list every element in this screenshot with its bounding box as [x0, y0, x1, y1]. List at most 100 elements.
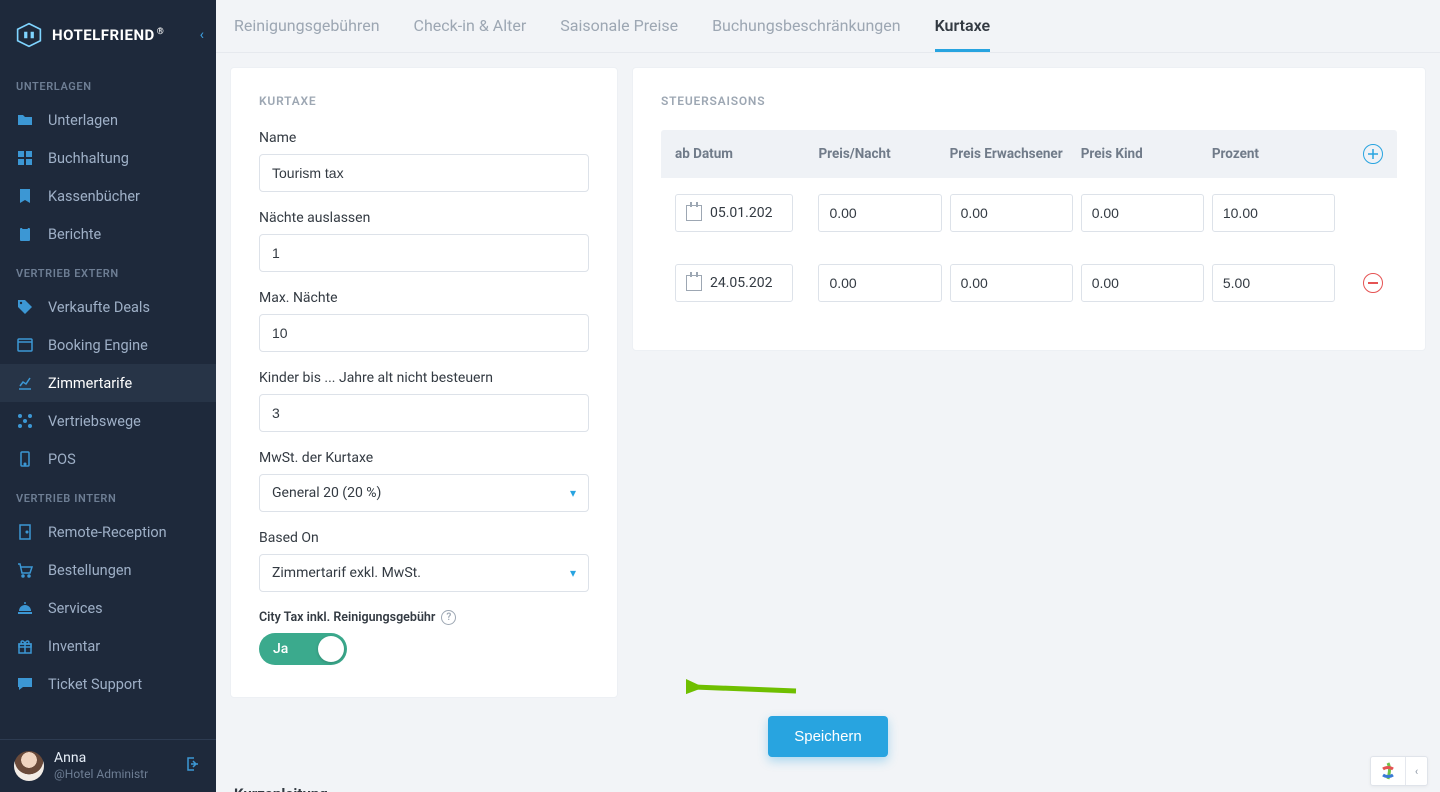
chart-icon — [16, 374, 34, 392]
input-price-night[interactable] — [818, 264, 941, 302]
sidebar-item-remote-reception[interactable]: Remote-Reception — [0, 513, 216, 551]
label-max-nights: Max. Nächte — [259, 290, 589, 306]
label-vat: MwSt. der Kurtaxe — [259, 450, 589, 466]
sidebar-item-label: Kassenbücher — [48, 188, 140, 205]
folder-icon — [16, 111, 34, 129]
col-price-child: Preis Kind — [1081, 146, 1204, 162]
nav-section-title: VERTRIEB INTERN — [0, 478, 216, 513]
sidebar-item-label: Unterlagen — [48, 112, 118, 129]
sidebar-item-booking-engine[interactable]: Booking Engine — [0, 326, 216, 364]
logout-icon[interactable] — [186, 756, 202, 776]
corner-widget: ‹ — [1370, 756, 1428, 786]
sidebar-item-services[interactable]: Services — [0, 589, 216, 627]
sidebar-item-label: Buchhaltung — [48, 150, 129, 167]
input-percent[interactable] — [1212, 264, 1335, 302]
sidebar-item-label: Inventar — [48, 638, 100, 655]
tax-seasons-table: ab Datum Preis/Nacht Preis Erwachsener P… — [661, 130, 1397, 318]
avatar — [14, 751, 44, 781]
cart-icon — [16, 561, 34, 579]
sidebar-item-label: Zimmertarife — [48, 375, 132, 392]
calendar-icon — [686, 205, 702, 221]
door-icon — [16, 523, 34, 541]
clipboard-icon — [16, 225, 34, 243]
sidebar-item-label: Berichte — [48, 226, 101, 243]
sidebar-item-inventar[interactable]: Inventar — [0, 627, 216, 665]
browser-icon — [16, 336, 34, 354]
table-header-row: ab Datum Preis/Nacht Preis Erwachsener P… — [661, 130, 1397, 178]
main-region: Reinigungsgebühren Check-in & Alter Saison… — [216, 0, 1440, 792]
input-price-night[interactable] — [818, 194, 941, 232]
grid-icon — [16, 149, 34, 167]
chat-icon — [16, 675, 34, 693]
input-percent[interactable] — [1212, 194, 1335, 232]
remove-row-icon[interactable] — [1363, 273, 1383, 293]
sidebar-item-buchhaltung[interactable]: Buchhaltung — [0, 139, 216, 177]
tab-saison[interactable]: Saisonale Preise — [560, 16, 678, 52]
tab-kurtaxe[interactable]: Kurtaxe — [935, 16, 991, 52]
tab-reinigung[interactable]: Reinigungsgebühren — [234, 16, 380, 52]
tab-checkin[interactable]: Check-in & Alter — [414, 16, 527, 52]
input-name[interactable] — [259, 154, 589, 192]
input-max-nights[interactable] — [259, 314, 589, 352]
toggle-cleaning-fee[interactable]: Ja — [259, 633, 347, 665]
gift-icon — [16, 637, 34, 655]
calendar-icon — [686, 275, 702, 291]
input-price-child[interactable] — [1081, 194, 1204, 232]
label-cleaning-fee: City Tax inkl. Reinigungsgebühr ? — [259, 610, 589, 625]
sidebar-item-vertriebswege[interactable]: Vertriebswege — [0, 402, 216, 440]
sidebar-item-label: Ticket Support — [48, 676, 142, 693]
col-price-adult: Preis Erwachsener — [950, 146, 1073, 162]
brand-logo-icon — [16, 22, 42, 48]
device-icon — [16, 450, 34, 468]
input-skip-nights[interactable] — [259, 234, 589, 272]
nav-section-title: VERTRIEB EXTERN — [0, 253, 216, 288]
sidebar: HOTELFRIEND® ‹‹ UNTERLAGEN Unterlagen Buch… — [0, 0, 216, 792]
select-based-on[interactable]: Zimmertarif exkl. MwSt. ▾ — [259, 554, 589, 592]
tabs-bar: Reinigungsgebühren Check-in & Alter Saison… — [216, 0, 1440, 53]
sidebar-item-unterlagen[interactable]: Unterlagen — [0, 101, 216, 139]
tab-buchung[interactable]: Buchungsbeschränkungen — [712, 16, 901, 52]
sidebar-item-label: Remote-Reception — [48, 524, 167, 541]
help-icon[interactable]: ? — [441, 610, 456, 625]
nodes-icon — [16, 412, 34, 430]
sidebar-item-label: Verkaufte Deals — [48, 299, 150, 316]
widget-collapse-icon[interactable]: ‹ — [1405, 757, 1427, 785]
bookmark-icon — [16, 187, 34, 205]
toggle-knob — [318, 636, 344, 662]
cloche-icon — [16, 599, 34, 617]
input-date[interactable]: 05.01.202 — [675, 194, 793, 232]
table-row: 24.05.202 — [661, 248, 1397, 318]
nav-section-title: UNTERLAGEN — [0, 66, 216, 101]
quick-guide-heading: Kurzanleitung — [230, 781, 1426, 792]
label-child-age: Kinder bis ... Jahre alt nicht besteuern — [259, 370, 589, 386]
widget-logo-icon — [1371, 757, 1405, 785]
sidebar-item-verkaufte-deals[interactable]: Verkaufte Deals — [0, 288, 216, 326]
sidebar-item-berichte[interactable]: Berichte — [0, 215, 216, 253]
sidebar-item-label: POS — [48, 451, 76, 468]
input-price-child[interactable] — [1081, 264, 1204, 302]
sidebar-item-label: Services — [48, 600, 103, 617]
input-price-adult[interactable] — [950, 264, 1073, 302]
input-date[interactable]: 24.05.202 — [675, 264, 793, 302]
sidebar-item-zimmertarife[interactable]: Zimmertarife — [0, 364, 216, 402]
chevron-down-icon: ▾ — [570, 486, 576, 500]
kurtaxe-card: KURTAXE Name Nächte auslassen Max. Nächt… — [230, 67, 618, 698]
card-title-kurtaxe: KURTAXE — [259, 94, 589, 108]
label-based-on: Based On — [259, 530, 589, 546]
sidebar-item-kassenbuecher[interactable]: Kassenbücher — [0, 177, 216, 215]
sidebar-item-bestellungen[interactable]: Bestellungen — [0, 551, 216, 589]
sidebar-item-pos[interactable]: POS — [0, 440, 216, 478]
user-name: Anna — [54, 750, 148, 768]
add-row-icon[interactable] — [1363, 144, 1383, 164]
brand-bar: HOTELFRIEND® ‹‹ — [0, 0, 216, 66]
input-child-age[interactable] — [259, 394, 589, 432]
col-percent: Prozent — [1212, 146, 1335, 162]
table-row: 05.01.202 — [661, 178, 1397, 248]
input-price-adult[interactable] — [950, 194, 1073, 232]
user-block: Anna @Hotel Administr — [0, 739, 216, 792]
select-vat[interactable]: General 20 (20 %) ▾ — [259, 474, 589, 512]
col-price-night: Preis/Nacht — [818, 146, 941, 162]
save-button[interactable]: Speichern — [768, 716, 888, 757]
sidebar-item-ticket-support[interactable]: Ticket Support — [0, 665, 216, 703]
label-name: Name — [259, 130, 589, 146]
